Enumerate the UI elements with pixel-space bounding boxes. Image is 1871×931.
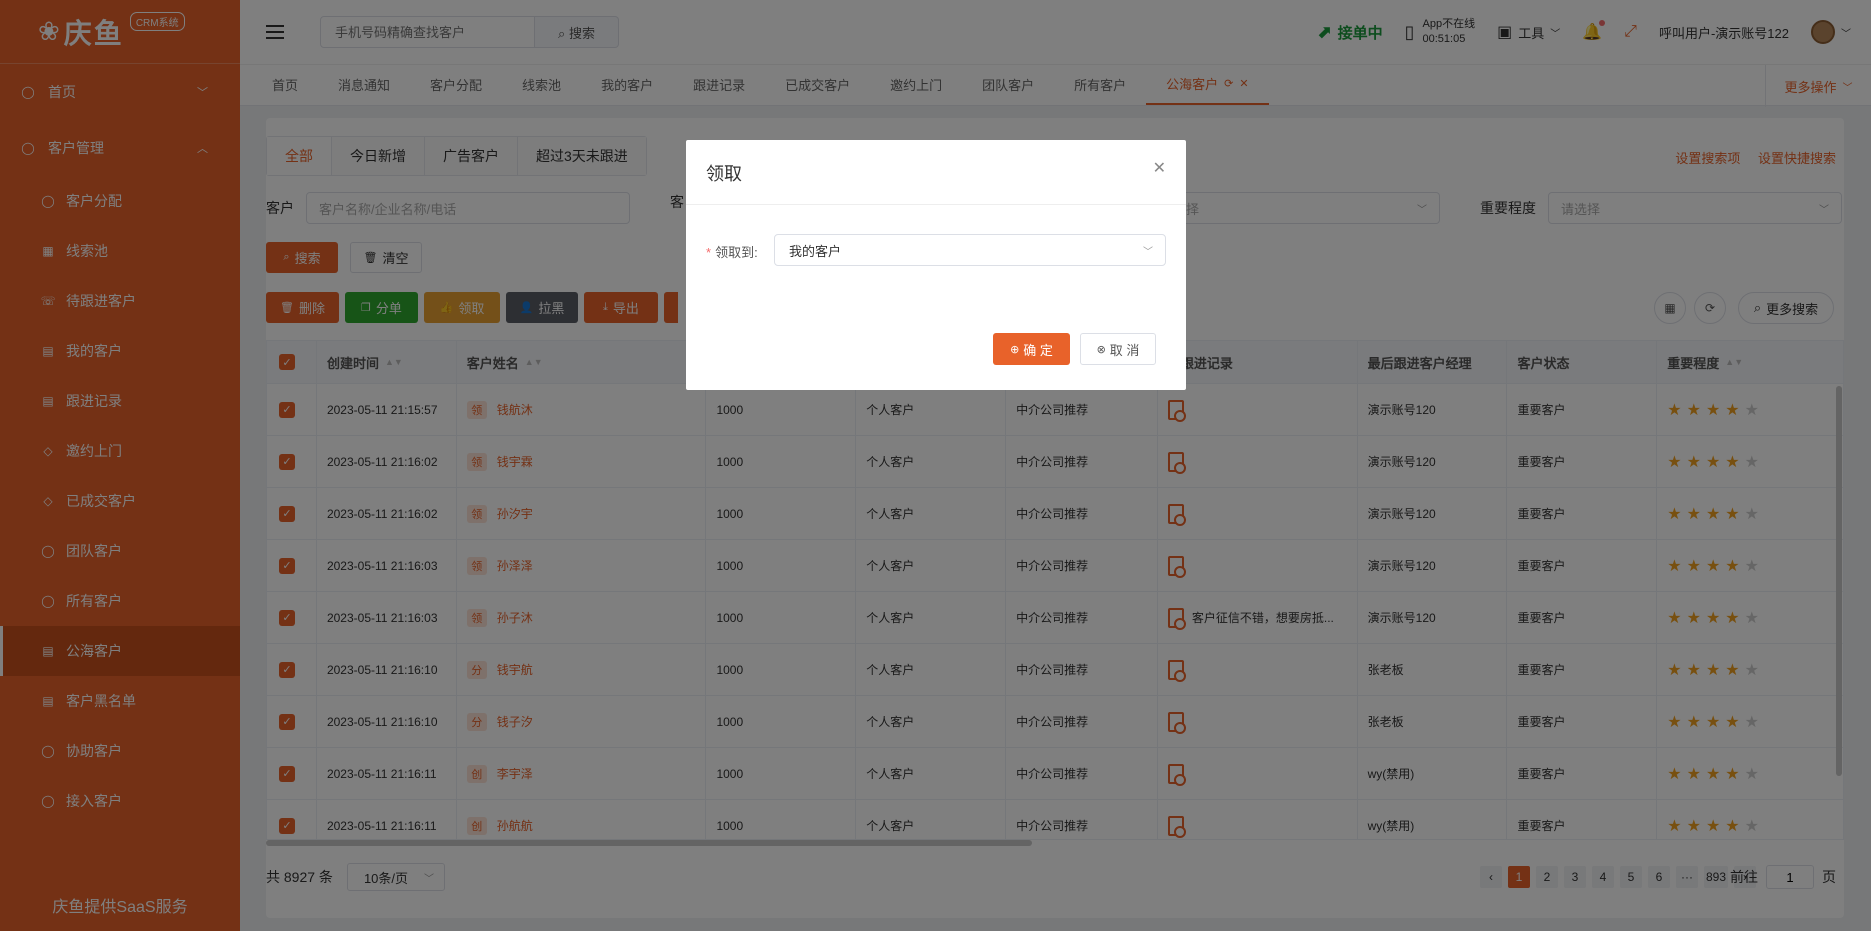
chevron-down-icon: ﹀: [1143, 246, 1153, 258]
claim-to-select[interactable]: 我的客户 ﹀: [774, 234, 1166, 266]
close-icon[interactable]: ✕: [1153, 158, 1166, 178]
cancel-circle-icon: ⊗: [1096, 343, 1106, 356]
dialog-title: 领取: [706, 164, 742, 184]
check-circle-icon: ⊕: [1010, 343, 1020, 356]
cancel-button[interactable]: ⊗ 取 消: [1080, 333, 1156, 365]
claim-dialog: 领取 ✕ * 领取到: 我的客户 ﹀ ⊕ 确 定 ⊗ 取 消: [686, 140, 1186, 390]
confirm-button[interactable]: ⊕ 确 定: [993, 333, 1070, 365]
claim-to-label: * 领取到:: [706, 245, 758, 260]
